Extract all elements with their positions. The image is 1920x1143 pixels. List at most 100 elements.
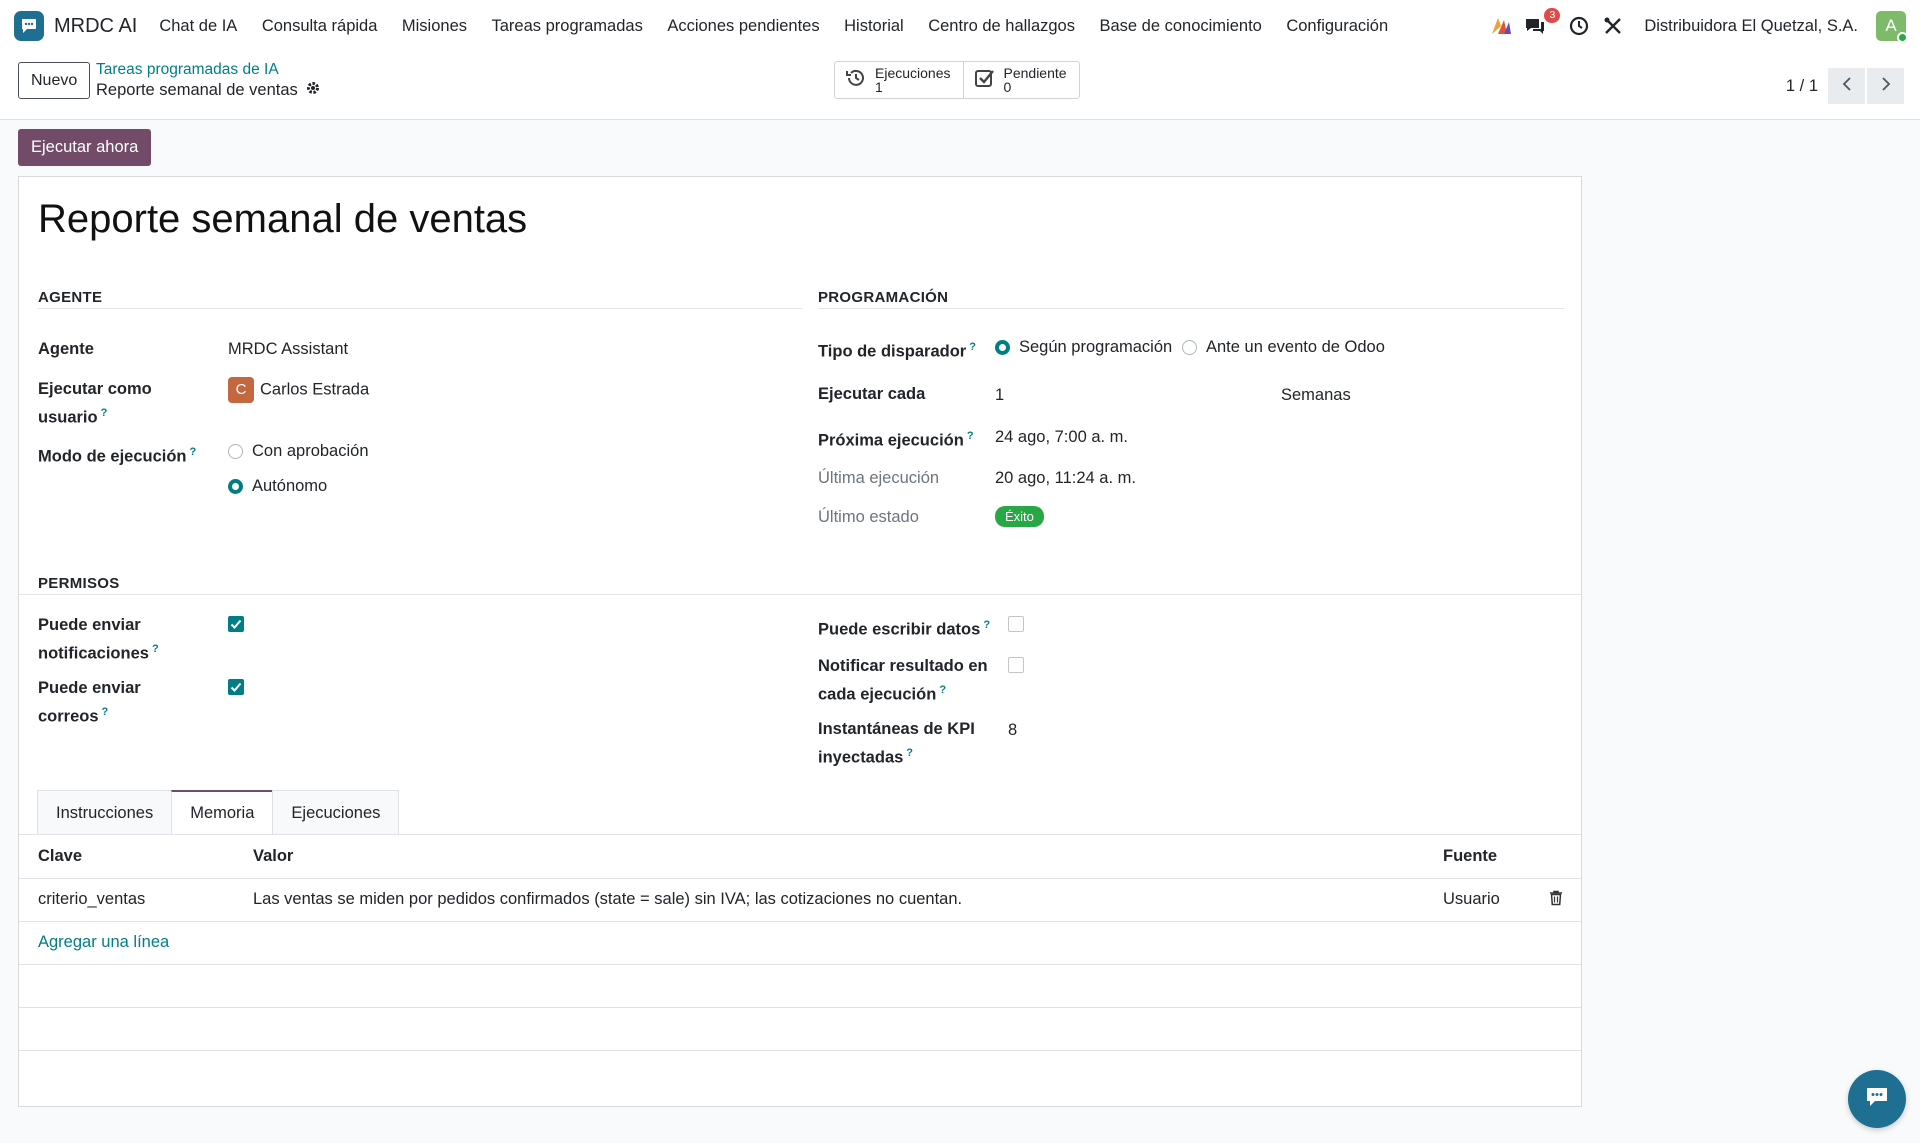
notify-each-label: Notificar resultado en cada ejecución? <box>818 654 988 707</box>
chat-bubble-icon <box>1864 1085 1890 1114</box>
memory-source-cell[interactable]: Usuario <box>1443 890 1500 909</box>
pager-value[interactable]: 1 / 1 <box>1786 77 1818 96</box>
run-as-field[interactable]: C Carlos Estrada <box>228 377 369 403</box>
pending-smart-button[interactable]: Pendiente 0 <box>962 62 1079 98</box>
app-logo-icon[interactable] <box>14 11 44 41</box>
can-notify-checkbox[interactable] <box>228 616 244 632</box>
agent-field[interactable]: MRDC Assistant <box>228 337 348 361</box>
tab-instrucciones[interactable]: Instrucciones <box>37 790 173 835</box>
tools-icon[interactable] <box>1600 13 1626 39</box>
pager-previous-button[interactable] <box>1828 68 1865 104</box>
help-icon[interactable]: ? <box>102 706 109 718</box>
breadcrumb-parent-link[interactable]: Tareas programadas de IA <box>96 61 320 79</box>
gear-icon[interactable] <box>306 81 320 100</box>
pending-count: 0 <box>1003 79 1012 95</box>
memory-value-cell[interactable]: Las ventas se miden por pedidos confirma… <box>253 890 962 909</box>
menu-base-conocimiento[interactable]: Base de conocimiento <box>1099 17 1261 36</box>
trigger-option-schedule[interactable]: Según programación <box>995 338 1172 357</box>
memory-key-cell[interactable]: criterio_ventas <box>38 890 145 909</box>
agent-section-divider <box>38 308 802 309</box>
menu-configuracion[interactable]: Configuración <box>1286 17 1388 36</box>
ai-brand-icon[interactable] <box>1488 13 1514 39</box>
trigger-option-event-label: Ante un evento de Odoo <box>1206 338 1385 356</box>
menu-misiones[interactable]: Misiones <box>402 17 467 36</box>
top-navbar: MRDC AI Chat de IA Consulta rápida Misio… <box>0 0 1920 52</box>
breadcrumb-current-label: Reporte semanal de ventas <box>96 81 298 99</box>
mode-option-autonomous[interactable]: Autónomo <box>228 477 327 496</box>
trigger-option-schedule-label: Según programación <box>1019 338 1173 356</box>
help-icon[interactable]: ? <box>101 407 108 419</box>
table-row[interactable]: criterio_ventas Las ventas se miden por … <box>19 879 1581 922</box>
can-write-checkbox[interactable] <box>1008 616 1024 632</box>
radio-button-selected[interactable] <box>995 340 1010 355</box>
run-as-value: Carlos Estrada <box>260 380 370 399</box>
radio-button[interactable] <box>228 444 243 459</box>
kpi-snapshots-field[interactable]: 8 <box>1008 718 1017 742</box>
messages-icon[interactable]: 3 <box>1522 8 1561 39</box>
next-run-label-text: Próxima ejecución <box>818 431 964 450</box>
column-header-source[interactable]: Fuente <box>1443 847 1497 866</box>
user-avatar[interactable]: A <box>1876 11 1908 43</box>
notebook-tabs: Instrucciones Memoria Ejecuciones <box>37 790 400 835</box>
company-switcher[interactable]: Distribuidora El Quetzal, S.A. <box>1644 17 1858 36</box>
next-run-field[interactable]: 24 ago, 7:00 a. m. <box>995 425 1128 449</box>
help-icon[interactable]: ? <box>983 619 990 631</box>
pager-next-button[interactable] <box>1867 68 1904 104</box>
chevron-left-icon <box>1842 76 1852 97</box>
every-unit-field[interactable]: Semanas <box>1281 383 1351 407</box>
smart-buttons: Ejecuciones 1 Pendiente 0 <box>834 61 1080 99</box>
help-icon[interactable]: ? <box>967 430 974 442</box>
menu-acciones-pendientes[interactable]: Acciones pendientes <box>667 17 819 36</box>
run-as-label: Ejecutar como usuario? <box>38 377 152 430</box>
every-label: Ejecutar cada <box>818 385 926 403</box>
permissions-section-divider <box>19 594 1581 595</box>
trigger-option-event[interactable]: Ante un evento de Odoo <box>1182 338 1385 357</box>
mode-option-approval[interactable]: Con aprobación <box>228 442 369 461</box>
radio-button-selected[interactable] <box>228 479 243 494</box>
breadcrumb: Tareas programadas de IA Reporte semanal… <box>96 61 320 100</box>
radio-button[interactable] <box>1182 340 1197 355</box>
can-notify-label-line1: Puede enviar <box>38 616 141 634</box>
kpi-label-line2: inyectadas <box>818 748 904 767</box>
menu-tareas-programadas[interactable]: Tareas programadas <box>492 17 643 36</box>
clock-icon[interactable] <box>1566 13 1592 39</box>
can-email-label-line1: Puede enviar <box>38 679 141 697</box>
column-header-value[interactable]: Valor <box>253 847 293 866</box>
chevron-right-icon <box>1881 76 1891 97</box>
executions-smart-button[interactable]: Ejecuciones 1 <box>835 62 963 98</box>
menu-chat-ia[interactable]: Chat de IA <box>159 17 237 36</box>
app-name[interactable]: MRDC AI <box>54 15 137 38</box>
chat-launcher-button[interactable] <box>1848 1070 1906 1128</box>
add-line-row: Agregar una línea <box>19 922 1581 965</box>
every-value-field[interactable]: 1 <box>995 383 1004 407</box>
tab-memoria[interactable]: Memoria <box>171 790 274 835</box>
executions-label: Ejecuciones <box>875 65 951 81</box>
run-as-label-line2: usuario <box>38 408 98 427</box>
memory-table-header: Clave Valor Fuente <box>19 835 1581 879</box>
trigger-label: Tipo de disparador? <box>818 335 976 364</box>
new-button[interactable]: Nuevo <box>18 62 91 99</box>
can-email-checkbox[interactable] <box>228 679 244 695</box>
record-title[interactable]: Reporte semanal de ventas <box>38 197 527 242</box>
add-line-link[interactable]: Agregar una línea <box>38 933 169 952</box>
mode-label-text: Modo de ejecución <box>38 447 187 466</box>
help-icon[interactable]: ? <box>152 643 159 655</box>
trash-icon[interactable] <box>1549 890 1563 911</box>
menu-consulta-rapida[interactable]: Consulta rápida <box>262 17 378 36</box>
menu-historial[interactable]: Historial <box>844 17 904 36</box>
last-state-label: Último estado <box>818 508 919 526</box>
help-icon[interactable]: ? <box>906 747 913 759</box>
help-icon[interactable]: ? <box>190 446 197 458</box>
tab-ejecuciones[interactable]: Ejecuciones <box>272 790 400 835</box>
column-header-key[interactable]: Clave <box>38 847 82 866</box>
agent-section-title: AGENTE <box>38 289 103 306</box>
help-icon[interactable]: ? <box>939 684 946 696</box>
navbar-systray: 3 Distribuidora El Quetzal, S.A. A <box>1480 0 1908 52</box>
form-sheet: Reporte semanal de ventas AGENTE Agente … <box>18 176 1582 1107</box>
notify-each-checkbox[interactable] <box>1008 657 1024 673</box>
mode-option-approval-label: Con aprobación <box>252 442 369 460</box>
run-as-label-line1: Ejecutar como <box>38 380 152 398</box>
help-icon[interactable]: ? <box>969 341 976 353</box>
menu-centro-hallazgos[interactable]: Centro de hallazgos <box>928 17 1075 36</box>
run-now-button[interactable]: Ejecutar ahora <box>18 129 152 166</box>
